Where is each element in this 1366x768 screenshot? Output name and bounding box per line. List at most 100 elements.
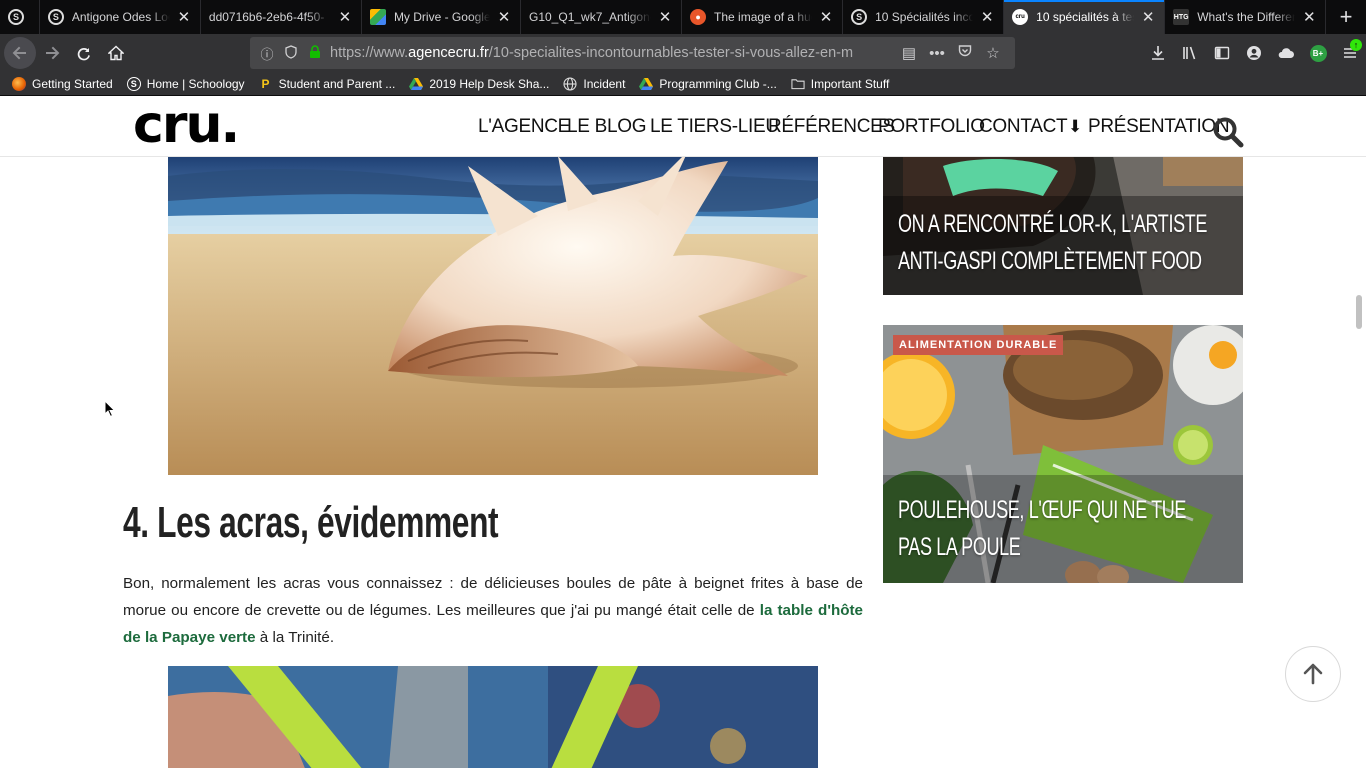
sidebar-article-card[interactable]: ON A RENCONTRÉ LOR-K, L'ARTISTE ANTI-GAS… (883, 156, 1243, 295)
tab-label: The image of a huge (714, 10, 812, 24)
tab[interactable]: My Drive - Google D ✕ (362, 0, 521, 34)
reader-view-icon[interactable]: ▤ (895, 44, 923, 62)
main-navigation: L'AGENCE LE BLOG LE TIERS-LIEU RÉFÉRENCE… (478, 116, 1230, 138)
section-heading: 4. Les acras, évidemment (123, 498, 499, 547)
nav-agence[interactable]: L'AGENCE (478, 116, 570, 137)
bookmark-label: Home | Schoology (146, 76, 245, 91)
site-logo[interactable]: cru. (133, 99, 240, 151)
close-icon[interactable]: ✕ (979, 8, 995, 26)
bookmark-item[interactable]: Programming Club -... (639, 76, 777, 91)
update-badge-icon: ↑ (1350, 39, 1362, 51)
tab[interactable]: G10_Q1_wk7_Antigone.p ✕ (521, 0, 683, 34)
tab-pinned[interactable]: S (0, 0, 40, 34)
new-tab-button[interactable]: + (1326, 0, 1366, 34)
extension-cloud-icon[interactable] (1270, 37, 1302, 69)
bookmark-label: Student and Parent ... (278, 76, 396, 91)
schoology-icon: S (851, 9, 868, 25)
reload-button[interactable] (68, 37, 100, 69)
bookmark-star-icon[interactable]: ☆ (979, 44, 1007, 62)
scroll-to-top-button[interactable] (1285, 646, 1341, 702)
site-header: cru. L'AGENCE LE BLOG LE TIERS-LIEU RÉFÉ… (0, 96, 1366, 157)
mouse-cursor-icon (104, 399, 116, 423)
home-button[interactable] (100, 37, 132, 69)
tab[interactable]: S 10 Spécialités inco ✕ (843, 0, 1005, 34)
url-bar[interactable]: ⓘ https://www.agencecru.fr/10-specialite… (250, 37, 1015, 69)
library-icon[interactable] (1174, 37, 1206, 69)
nav-presentation[interactable]: ⬇ PRÉSENTATION (1068, 116, 1230, 137)
account-icon[interactable] (1238, 37, 1270, 69)
nav-tiers-lieu[interactable]: LE TIERS-LIEU (650, 116, 779, 137)
schoology-icon: S (8, 9, 24, 25)
tab-active[interactable]: cru 10 spécialités à tes ✕ (1004, 0, 1166, 34)
bookmark-item[interactable]: 2019 Help Desk Sha... (409, 77, 549, 91)
reload-icon (77, 48, 90, 61)
profile-badge[interactable]: B+ (1302, 37, 1334, 69)
scrollbar-thumb[interactable] (1356, 295, 1362, 329)
card-title[interactable]: ON A RENCONTRÉ LOR-K, L'ARTISTE ANTI-GAS… (898, 206, 1208, 280)
downloads-icon[interactable] (1142, 37, 1174, 69)
nav-portfolio[interactable]: PORTFOLIO (878, 116, 985, 137)
nav-blog[interactable]: LE BLOG (567, 116, 647, 137)
google-drive-icon (409, 77, 424, 91)
close-icon[interactable]: ✕ (496, 8, 512, 26)
nav-references[interactable]: RÉFÉRENCES (768, 116, 895, 137)
powerschool-icon: P (261, 76, 270, 91)
search-icon[interactable] (1212, 116, 1244, 148)
close-icon[interactable]: ✕ (1301, 8, 1317, 26)
tab-label: 10 Spécialités inco (875, 10, 974, 24)
close-icon[interactable]: ✕ (657, 8, 673, 26)
url-path: /10-specialites-incontournables-tester-s… (488, 45, 854, 61)
nav-presentation-label: PRÉSENTATION (1087, 116, 1230, 137)
google-drive-icon (639, 77, 654, 91)
bookmark-label: Programming Club -... (659, 76, 777, 91)
bookmark-item[interactable]: S Home | Schoology (126, 76, 245, 91)
close-icon[interactable]: ✕ (818, 8, 834, 26)
cru-icon: cru (1012, 9, 1029, 25)
tab[interactable]: S Antigone Odes Loo ✕ (40, 0, 201, 34)
bookmark-folder[interactable]: Important Stuff (791, 77, 889, 91)
close-icon[interactable]: ✕ (176, 8, 192, 26)
tab-label: What's the Differen (1197, 10, 1296, 24)
arrow-up-icon (1303, 663, 1323, 685)
url-prefix: https://www. (330, 45, 409, 61)
close-icon[interactable]: ✕ (1140, 8, 1156, 26)
card-title[interactable]: POULEHOUSE, L'ŒUF QUI NE TUE PAS LA POUL… (898, 492, 1208, 566)
firefox-icon (12, 76, 26, 91)
close-icon[interactable]: ✕ (337, 8, 353, 26)
category-badge[interactable]: ALIMENTATION DURABLE (893, 335, 1064, 355)
conch-shell-photo (168, 156, 818, 475)
bookmark-label: 2019 Help Desk Sha... (429, 76, 550, 91)
tab[interactable]: HTG What's the Differen ✕ (1165, 0, 1327, 34)
info-icon[interactable]: ⓘ (258, 44, 276, 63)
web-page: 4. Les acras, évidemment Bon, normalemen… (0, 96, 1366, 768)
menu-icon[interactable]: ↑ (1334, 37, 1366, 69)
arrow-right-icon (46, 46, 60, 60)
toolbar-right: B+ ↑ (1142, 37, 1366, 69)
sidebar-icon[interactable] (1206, 37, 1238, 69)
schoology-icon: S (47, 9, 64, 25)
nav-contact[interactable]: CONTACT (979, 116, 1068, 137)
tab-label: 10 spécialités à tes (1036, 10, 1135, 24)
arrow-left-icon (12, 46, 26, 60)
url-text[interactable]: https://www.agencecru.fr/10-specialites-… (330, 45, 895, 61)
bookmark-item[interactable]: Getting Started (12, 76, 113, 91)
sidebar-article-card[interactable]: ALIMENTATION DURABLE POULEHOUSE, L'ŒUF Q… (883, 325, 1243, 583)
paragraph-text: Bon, normalement les acras vous connaiss… (123, 575, 863, 619)
page-actions-icon[interactable]: ••• (923, 45, 951, 62)
pocket-icon[interactable] (951, 44, 979, 62)
tracking-shield-icon[interactable] (282, 44, 300, 62)
lock-icon[interactable] (306, 44, 324, 62)
bookmark-item[interactable]: P Student and Parent ... (259, 77, 396, 91)
url-domain: agencecru.fr (408, 45, 489, 61)
tab[interactable]: dd0716b6-2eb6-4f50- ✕ (201, 0, 362, 34)
tab-strip: S S Antigone Odes Loo ✕ dd0716b6-2eb6-4f… (0, 0, 1366, 34)
back-button[interactable] (4, 37, 36, 69)
folder-icon (791, 77, 805, 91)
forward-button[interactable] (36, 37, 68, 69)
download-icon: ⬇ (1068, 117, 1082, 136)
bookmark-item[interactable]: Incident (563, 77, 625, 91)
tab[interactable]: ● The image of a huge ✕ (682, 0, 844, 34)
bookmark-label: Getting Started (32, 76, 113, 91)
tab-label: dd0716b6-2eb6-4f50- (208, 10, 325, 24)
globe-icon (563, 76, 577, 91)
